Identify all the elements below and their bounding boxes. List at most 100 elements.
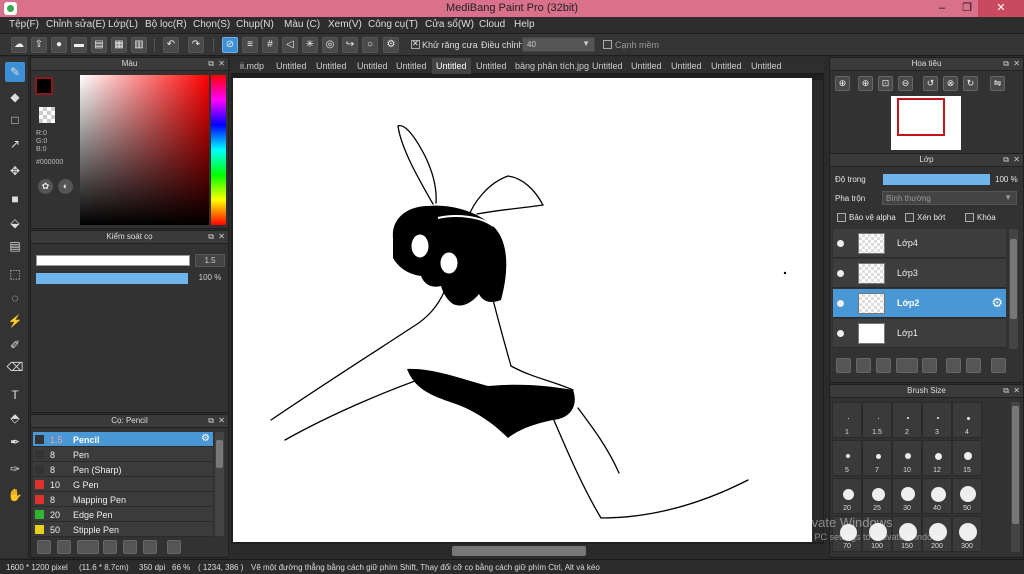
- text-tool-icon[interactable]: T: [5, 385, 25, 405]
- tab-untitled[interactable]: Untitled: [631, 61, 662, 71]
- alpha-protect-checkbox[interactable]: [837, 213, 846, 222]
- undo-icon[interactable]: ↶: [163, 37, 179, 53]
- tab-untitled[interactable]: Untitled: [592, 61, 623, 71]
- menu-cloud[interactable]: Cloud: [479, 19, 505, 30]
- navigator-view-rect[interactable]: [897, 98, 945, 136]
- layer-folder-icon[interactable]: [922, 358, 937, 373]
- color-history-icon[interactable]: ◐: [58, 179, 73, 194]
- close-button[interactable]: ✕: [978, 0, 1024, 17]
- background-color-swatch[interactable]: [39, 107, 55, 123]
- comment-icon[interactable]: ▬: [71, 37, 87, 53]
- circle-snap-icon[interactable]: ○: [362, 37, 378, 53]
- brush-size-cell[interactable]: 4: [952, 402, 982, 438]
- menu-filter[interactable]: Bộ lọc(R): [145, 19, 187, 30]
- foreground-color-swatch[interactable]: [35, 77, 53, 95]
- brush-item[interactable]: 10 G Pen: [33, 477, 213, 492]
- brush-size-slider[interactable]: [36, 255, 190, 266]
- duplicate-icon[interactable]: [143, 540, 157, 554]
- rotate-right-icon[interactable]: ↻: [963, 76, 978, 91]
- brush-size-cell[interactable]: 30: [892, 478, 922, 514]
- brush-item[interactable]: 50 Stipple Pen: [33, 522, 213, 537]
- undock-icon[interactable]: ⧉: [1003, 385, 1009, 397]
- cloud-icon[interactable]: ☁: [11, 37, 27, 53]
- new-halftone-layer-icon[interactable]: [856, 358, 871, 373]
- fit-icon[interactable]: ⊡: [878, 76, 893, 91]
- parallel-snap-icon[interactable]: ≡: [242, 37, 258, 53]
- antialias-checkbox[interactable]: [411, 39, 420, 49]
- folder-icon[interactable]: [123, 540, 137, 554]
- pipette-icon[interactable]: ✑: [5, 459, 25, 479]
- menu-help[interactable]: Help: [514, 19, 535, 30]
- grid-page-icon[interactable]: ▦: [111, 37, 127, 53]
- visibility-icon[interactable]: [837, 330, 844, 337]
- saturation-value-picker[interactable]: [80, 75, 209, 225]
- tab-untitled[interactable]: Untitled: [751, 61, 782, 71]
- undock-icon[interactable]: ⧉: [1003, 154, 1009, 166]
- tab-untitled[interactable]: Untitled: [357, 61, 388, 71]
- hue-slider[interactable]: [211, 75, 226, 225]
- soft-edge-checkbox[interactable]: [603, 40, 612, 49]
- brush-size-cell[interactable]: 7: [862, 440, 892, 476]
- canvas-horizontal-scrollbar[interactable]: [244, 545, 822, 557]
- brush-size-cell[interactable]: 15: [952, 440, 982, 476]
- visibility-icon[interactable]: [837, 270, 844, 277]
- brush-size-cell[interactable]: 1.5: [862, 402, 892, 438]
- brush-size-cell[interactable]: 5: [832, 440, 862, 476]
- close-icon[interactable]: ✕: [1013, 58, 1020, 70]
- brush-opacity-slider[interactable]: [36, 273, 188, 284]
- gradient-icon[interactable]: ▤: [5, 236, 25, 256]
- brush-size-cell[interactable]: 40: [922, 478, 952, 514]
- layer-row[interactable]: Lớp4: [833, 229, 1006, 258]
- magic-wand-icon[interactable]: ⚡: [5, 311, 25, 331]
- undock-icon[interactable]: ⧉: [1003, 58, 1009, 70]
- correction-select[interactable]: 40 ▼: [522, 37, 595, 52]
- brush-size-cell[interactable]: 25: [862, 478, 892, 514]
- drawing-canvas[interactable]: [233, 78, 812, 542]
- maximize-button[interactable]: ❐: [955, 0, 979, 17]
- menu-file[interactable]: Tệp(F): [9, 19, 39, 30]
- undock-icon[interactable]: ⧉: [208, 231, 214, 243]
- blend-mode-select[interactable]: Bình thường ▼: [882, 191, 1017, 205]
- merge-layer-icon[interactable]: [966, 358, 981, 373]
- zoom-in-icon[interactable]: ⊕: [835, 76, 850, 91]
- tab-untitled[interactable]: Untitled: [476, 61, 507, 71]
- menu-layer[interactable]: Lớp(L): [108, 19, 138, 30]
- select-pen-tool-icon[interactable]: ✐: [5, 335, 25, 355]
- tab-untitled[interactable]: Untitled: [276, 61, 307, 71]
- close-icon[interactable]: ✕: [1013, 385, 1020, 397]
- new-8bit-layer-icon[interactable]: [876, 358, 891, 373]
- visibility-icon[interactable]: [837, 240, 844, 247]
- tab-untitled-active[interactable]: Untitled: [432, 58, 471, 74]
- undock-icon[interactable]: ⧉: [208, 415, 214, 427]
- duplicate-layer-icon[interactable]: [946, 358, 961, 373]
- divide-tool-icon[interactable]: ⬘: [5, 408, 25, 428]
- brush-size-cell[interactable]: 1: [832, 402, 862, 438]
- new-layer-icon[interactable]: [836, 358, 851, 373]
- trash-icon[interactable]: [167, 540, 181, 554]
- page-icon[interactable]: ▤: [91, 37, 107, 53]
- brush-size-cell[interactable]: 50: [952, 478, 982, 514]
- eraser-tool-icon[interactable]: ◆: [5, 87, 25, 107]
- canvas-vertical-scrollbar[interactable]: [812, 80, 823, 542]
- minimize-button[interactable]: –: [930, 0, 954, 17]
- scroll-thumb[interactable]: [452, 546, 586, 556]
- tab-untitled[interactable]: Untitled: [671, 61, 702, 71]
- grid-snap-icon[interactable]: #: [262, 37, 278, 53]
- lock-checkbox[interactable]: [965, 213, 974, 222]
- redo-icon[interactable]: ↷: [188, 37, 204, 53]
- new-brush-icon[interactable]: [57, 540, 71, 554]
- brush-size-cell[interactable]: 20: [832, 478, 862, 514]
- menu-color[interactable]: Màu (C): [284, 19, 320, 30]
- menu-edit[interactable]: Chỉnh sửa(E): [46, 19, 106, 30]
- visibility-icon[interactable]: [837, 300, 844, 307]
- clip-checkbox[interactable]: [905, 213, 914, 222]
- brush-item[interactable]: 8 Mapping Pen: [33, 492, 213, 507]
- select-eraser-icon[interactable]: ⌫: [5, 357, 25, 377]
- snap-settings-icon[interactable]: ⚙: [383, 37, 399, 53]
- menu-view[interactable]: Xem(V): [328, 19, 362, 30]
- layer-menu-icon[interactable]: [896, 358, 918, 373]
- menu-snap[interactable]: Chụp(N): [236, 19, 274, 30]
- speech-bubble-icon[interactable]: ●: [51, 37, 67, 53]
- brush-size-cell[interactable]: 12: [922, 440, 952, 476]
- dot-tool-icon[interactable]: □: [5, 110, 25, 130]
